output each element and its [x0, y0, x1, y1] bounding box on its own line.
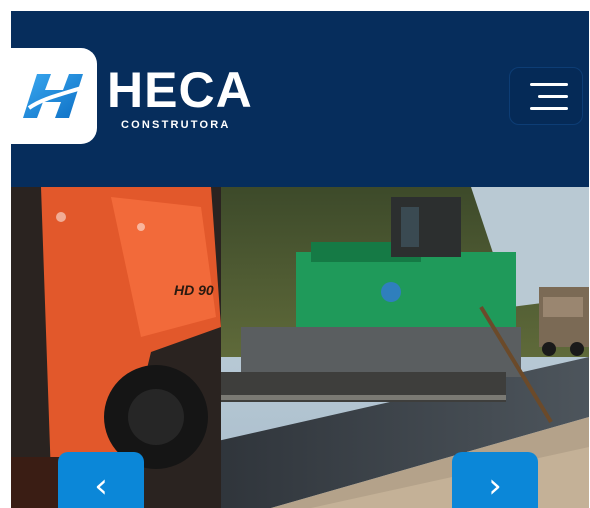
brand-name: HECA	[107, 62, 253, 118]
heca-h-logo-icon	[23, 74, 83, 118]
hamburger-line	[530, 107, 568, 110]
page-frame: HECA CONSTRUTORA HD 90 ‹ ›	[11, 11, 589, 508]
roller-marking: HD 90	[174, 282, 214, 298]
hamburger-menu-icon	[530, 83, 568, 86]
logo[interactable]	[11, 48, 97, 144]
site-header: HECA CONSTRUTORA	[11, 11, 589, 187]
hamburger-line	[538, 95, 568, 98]
menu-button[interactable]	[509, 67, 583, 125]
prev-slide-button[interactable]: ‹	[58, 452, 144, 508]
next-slide-button[interactable]: ›	[452, 452, 538, 508]
brand-tagline: CONSTRUTORA	[121, 119, 231, 131]
